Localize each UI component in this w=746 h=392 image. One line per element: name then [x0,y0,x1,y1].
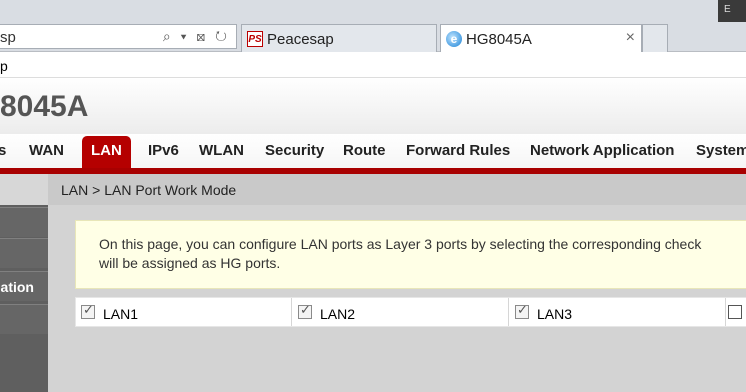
lan3-checkbox[interactable] [515,303,529,319]
port-cell-lan4 [727,298,746,326]
ie-favicon-icon: e [446,31,462,47]
sidebar-item[interactable] [0,238,48,268]
info-line-2: will be assigned as HG ports. [99,255,281,271]
sidebar-item[interactable] [0,304,48,334]
lan-port-row: LAN1 LAN2 LAN3 [75,297,746,327]
address-bar-icons[interactable]: ⌕ ▾ ⊠ ↻ [163,28,230,45]
tab-hg8045a[interactable]: e HG8045A × [440,24,642,53]
sidebar-item[interactable] [0,207,48,237]
breadcrumb: LAN > LAN Port Work Mode [61,182,237,198]
lan4-checkbox[interactable] [728,305,742,319]
nav-item-route[interactable]: Route [343,142,386,159]
nav-item-security[interactable]: Security [265,142,324,159]
nav-item-wan[interactable]: WAN [29,142,64,159]
lan2-checkbox[interactable] [298,303,312,319]
window-control[interactable]: E [718,0,746,22]
close-icon[interactable]: × [626,29,635,47]
port-cell-lan3: LAN3 [510,298,726,326]
sidebar: ation [0,174,48,392]
sidebar-item-label: ation [0,279,34,295]
nav-item-forward-rules[interactable]: Forward Rules [406,142,510,159]
menu-item[interactable]: p [0,58,8,74]
browser-chrome: sp ⌕ ▾ ⊠ ↻ PS Peacesap e HG8045A × E [0,0,746,53]
lan3-label: LAN3 [537,306,573,322]
info-line-1: On this page, you can configure LAN port… [99,236,702,252]
nav-item-ipv6[interactable]: IPv6 [148,142,179,159]
main-content: LAN > LAN Port Work Mode On this page, y… [48,174,746,392]
nav-item-system[interactable]: System [696,142,746,159]
address-text[interactable]: sp [0,29,16,46]
info-box: On this page, you can configure LAN port… [75,220,746,289]
sidebar-item-configuration[interactable]: ation [0,271,48,301]
port-cell-lan1: LAN1 [76,298,292,326]
tab-label: Peacesap [267,31,334,48]
lan2-label: LAN2 [320,306,356,322]
lan1-checkbox[interactable] [81,303,95,319]
address-bar[interactable]: sp ⌕ ▾ ⊠ ↻ [0,24,237,49]
menu-bar: p [0,52,746,78]
tab-peacesap[interactable]: PS Peacesap [241,24,437,52]
sidebar-header [0,174,48,205]
nav-item-status[interactable]: s [0,142,6,159]
lan1-label: LAN1 [103,306,139,322]
device-model-title: 8045A [0,90,89,123]
new-tab-button[interactable] [642,24,668,52]
page-header: 8045A [0,78,746,134]
info-text: On this page, you can configure LAN port… [99,235,746,273]
tab-label: HG8045A [466,31,532,48]
breadcrumb-bar: LAN > LAN Port Work Mode [48,174,746,205]
nav-item-wlan[interactable]: WLAN [199,142,244,159]
port-cell-lan2: LAN2 [293,298,509,326]
peacesap-favicon-icon: PS [247,31,263,47]
nav-item-network-application[interactable]: Network Application [530,142,674,159]
nav-item-lan[interactable]: LAN [82,136,131,168]
